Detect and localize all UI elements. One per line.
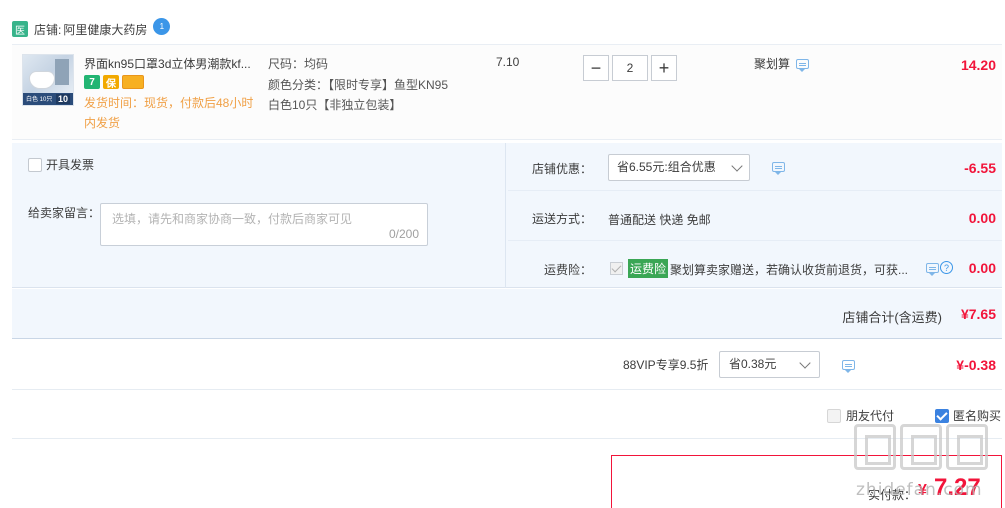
invoice-checkbox[interactable] bbox=[28, 157, 42, 172]
promo-label: 聚划算 bbox=[754, 57, 791, 71]
order-options-panel: 开具发票 给卖家留言： 选填，请先和商家协商一致，付款后商家可见 0/200 店… bbox=[12, 143, 1002, 288]
friend-pay-checkbox[interactable] bbox=[827, 408, 841, 423]
shop-total-value: ¥7.65 bbox=[960, 306, 996, 322]
insurance-description: 聚划算卖家赠送，若确认收货前退货，可获... bbox=[670, 263, 909, 277]
shop-label: 店铺: bbox=[34, 22, 62, 37]
vip-discount-amount: ¥-0.38 bbox=[956, 357, 996, 373]
credit-card-icon[interactable] bbox=[122, 75, 144, 89]
item-subtotal: 14.20 bbox=[960, 57, 996, 73]
anonymous-buy-option[interactable]: 匿名购买 bbox=[935, 407, 1001, 424]
payment-total: 7.27 bbox=[934, 474, 981, 501]
shipping-label: 运送方式： bbox=[532, 212, 593, 226]
shop-total-label: 店铺合计(含运费) bbox=[842, 310, 942, 325]
chat-badge-count: 1 bbox=[159, 21, 165, 31]
mask-icon bbox=[29, 71, 55, 89]
invoice-label: 开具发票 bbox=[46, 158, 95, 172]
options-left: 开具发票 给卖家留言： 选填，请先和商家协商一致，付款后商家可见 0/200 bbox=[12, 143, 506, 288]
discount-message-icon[interactable] bbox=[772, 162, 785, 175]
shipping-value: 普通配送 快递 免邮 bbox=[608, 213, 711, 227]
chevron-down-icon bbox=[731, 160, 743, 172]
seven-day-return-icon[interactable]: 7 bbox=[84, 75, 100, 89]
shop-discount-select[interactable]: 省6.55元:组合优惠 bbox=[608, 154, 750, 181]
chat-icon[interactable]: 1 bbox=[153, 17, 171, 35]
sku-color: 颜色分类：【限时专享】鱼型KN95白色10只【非独立包装】 bbox=[268, 78, 449, 112]
shop-discount-amount: -6.55 bbox=[964, 160, 996, 176]
vip-discount-label: 88VIP专享9.5折 bbox=[623, 358, 709, 372]
seller-message-label: 给卖家留言： bbox=[28, 206, 101, 220]
seller-message-placeholder: 选填，请先和商家协商一致，付款后商家可见 bbox=[112, 212, 353, 226]
quantity-increase-button[interactable]: + bbox=[651, 55, 677, 81]
friend-pay-option[interactable]: 朋友代付 bbox=[827, 407, 894, 424]
product-thumbnail[interactable]: 白色 10只 10 bbox=[22, 54, 74, 106]
friend-pay-label: 朋友代付 bbox=[846, 409, 895, 423]
payment-label: 实付款： bbox=[868, 488, 917, 502]
promo-info: 聚划算 bbox=[754, 55, 810, 72]
insurance-label: 运费险： bbox=[544, 263, 593, 277]
quantity-input[interactable]: 2 bbox=[612, 55, 648, 81]
shop-name-link[interactable]: 阿里健康大药房 bbox=[63, 21, 147, 38]
service-icons: 7 保 bbox=[84, 75, 144, 90]
help-icon[interactable]: ? bbox=[940, 261, 953, 274]
payment-summary-box: 实付款： ¥ 7.27 bbox=[611, 455, 1002, 508]
thumbnail-qty-badge: 10 bbox=[55, 94, 70, 104]
promo-message-icon[interactable] bbox=[796, 58, 810, 72]
insurance-checkbox bbox=[610, 262, 623, 275]
thumbnail-caption: 白色 10只 bbox=[26, 97, 53, 103]
shipping-amount: 0.00 bbox=[968, 210, 996, 226]
payment-currency: ¥ bbox=[918, 482, 927, 499]
quantity-decrease-button[interactable]: − bbox=[583, 55, 609, 81]
shipping-row: 运送方式： 普通配送 快递 免邮 0.00 bbox=[508, 193, 1002, 241]
shop-total-row: 店铺合计(含运费) ¥7.65 bbox=[12, 289, 1002, 339]
payment-options-row: 朋友代付 匿名购买 bbox=[12, 391, 1002, 439]
sku-size: 尺码：均码 bbox=[268, 57, 329, 71]
vip-discount-select[interactable]: 省0.38元 bbox=[719, 351, 820, 378]
ship-time-note: 发货时间：现货，付款后48小时内发货 bbox=[84, 96, 254, 130]
seller-message-count: 0/200 bbox=[388, 227, 419, 241]
insurance-help: ? bbox=[926, 261, 953, 276]
insurance-row: 运费险： 运费险 聚划算卖家赠送，若确认收货前退货，可获... ? 0.00 bbox=[508, 243, 1002, 288]
insurance-tag: 运费险 bbox=[628, 259, 669, 278]
vip-discount-row: 88VIP专享9.5折 省0.38元 ¥-0.38 bbox=[12, 340, 1002, 390]
seller-message-input[interactable]: 选填，请先和商家协商一致，付款后商家可见 0/200 bbox=[100, 203, 428, 246]
anonymous-buy-label: 匿名购买 bbox=[953, 409, 1002, 423]
quantity-stepper: − 2 + bbox=[583, 55, 677, 81]
chevron-down-icon bbox=[799, 357, 811, 369]
anonymous-buy-checkbox[interactable] bbox=[935, 408, 949, 423]
shop-discount-row: 店铺优惠： 省6.55元:组合优惠 -6.55 bbox=[508, 143, 1002, 191]
product-title-link[interactable]: 界面kn95口罩3d立体男潮款kf... bbox=[84, 55, 264, 72]
shop-discount-label: 店铺优惠： bbox=[532, 162, 593, 176]
invoice-option[interactable]: 开具发票 bbox=[28, 156, 94, 173]
cart-item-row: 白色 10只 10 界面kn95口罩3d立体男潮款kf... 7 保 发货时间：… bbox=[12, 44, 1002, 140]
pharmacy-badge-icon: 医 bbox=[12, 21, 28, 37]
vip-message-icon[interactable] bbox=[842, 360, 855, 373]
insurance-message-icon[interactable] bbox=[926, 262, 939, 276]
shop-header: 医 店铺: 阿里健康大药房 1 bbox=[12, 17, 171, 40]
insurance-amount: 0.00 bbox=[968, 260, 996, 276]
unit-price: 7.10 bbox=[496, 55, 520, 69]
guarantee-icon[interactable]: 保 bbox=[103, 75, 119, 90]
